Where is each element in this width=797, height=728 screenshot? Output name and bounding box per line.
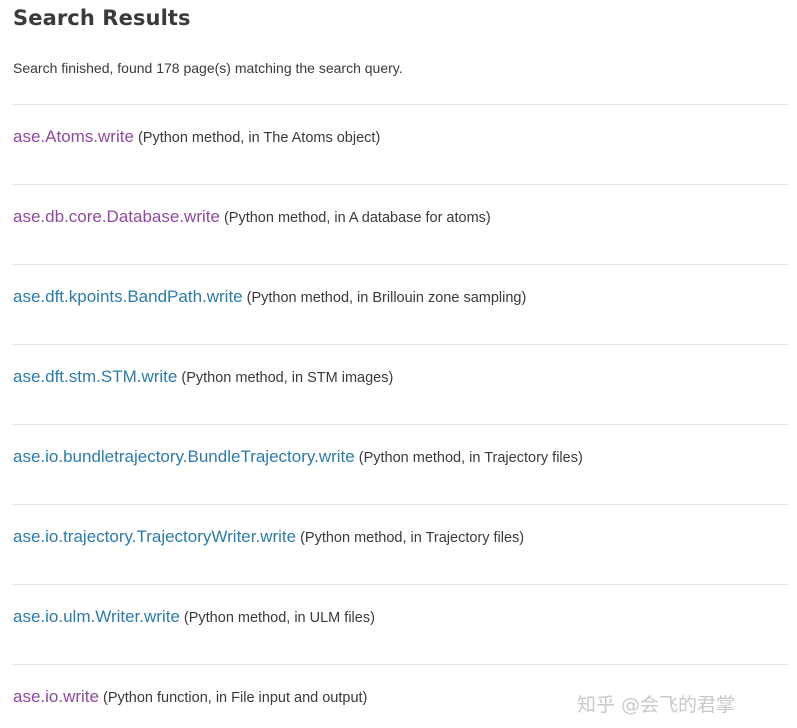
page-title: Search Results: [13, 6, 191, 30]
list-item: ase.io.bundletrajectory.BundleTrajectory…: [13, 424, 788, 504]
list-item: ase.io.ulm.Writer.write (Python method, i…: [13, 584, 788, 664]
result-link[interactable]: ase.dft.kpoints.BandPath.write: [13, 287, 243, 306]
result-context: (Python method, in Trajectory files): [358, 450, 583, 466]
result-context: (Python method, in Trajectory files): [300, 530, 525, 546]
result-link[interactable]: ase.db.core.Database.write: [13, 207, 220, 226]
list-item: ase.db.core.Database.write (Python method…: [13, 184, 788, 264]
list-item: ase.dft.stm.STM.write (Python method, in …: [13, 344, 788, 424]
result-link[interactable]: ase.io.ulm.Writer.write: [13, 607, 180, 626]
list-item: ase.dft.kpoints.BandPath.write (Python me…: [13, 264, 788, 344]
result-context: (Python method, in The Atoms object): [137, 130, 381, 146]
list-item: ase.io.trajectory.TrajectoryWriter.write…: [13, 504, 788, 584]
watermark: 知乎 @会飞的君掌: [577, 694, 736, 716]
result-context: (Python function, in File input and outp…: [102, 690, 368, 706]
result-link[interactable]: ase.dft.stm.STM.write: [13, 367, 177, 386]
result-link[interactable]: ase.io.bundletrajectory.BundleTrajectory…: [13, 447, 355, 466]
result-context: (Python method, in ULM files): [183, 610, 375, 626]
search-results-list: ase.Atoms.write (Python method, in The At…: [13, 104, 788, 728]
result-context: (Python method, in A database for atoms): [223, 210, 491, 226]
result-link[interactable]: ase.io.trajectory.TrajectoryWriter.write: [13, 527, 296, 546]
result-link[interactable]: ase.Atoms.write: [13, 127, 134, 146]
result-link[interactable]: ase.io.write: [13, 687, 99, 706]
search-summary: Search finished, found 178 page(s) match…: [13, 60, 403, 76]
result-context: (Python method, in STM images): [181, 370, 394, 386]
result-context: (Python method, in Brillouin zone sampli…: [246, 290, 527, 306]
list-item: ase.Atoms.write (Python method, in The At…: [13, 104, 788, 184]
